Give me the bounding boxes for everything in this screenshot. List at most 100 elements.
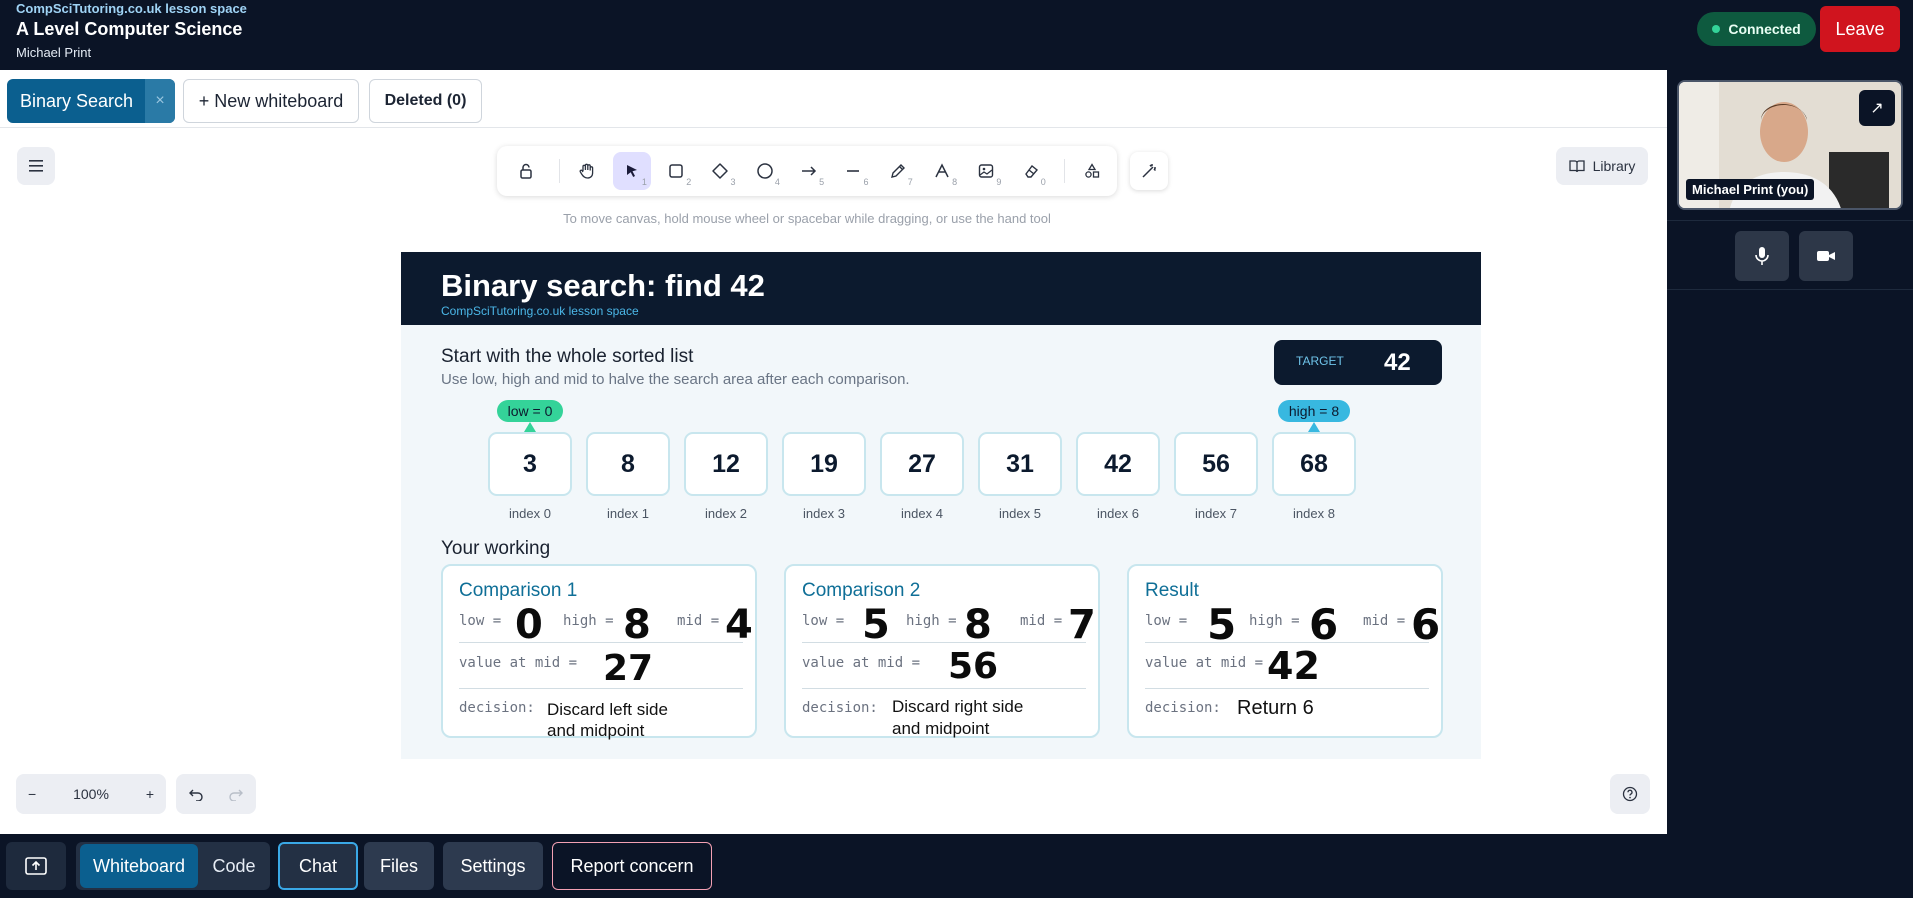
- rectangle-tool[interactable]: 2: [657, 152, 695, 190]
- board-header: Binary search: find 42 CompSciTutoring.c…: [401, 252, 1481, 325]
- zoom-out-button[interactable]: −: [28, 786, 36, 802]
- list-index-label: index 7: [1195, 506, 1237, 521]
- list-cell: 3: [488, 432, 572, 496]
- arrow-tool[interactable]: 5: [790, 152, 828, 190]
- whiteboard-tabs: Binary Search × + New whiteboard Deleted…: [0, 70, 1667, 128]
- bottom-bar: Whiteboard Code Chat Files Settings Repo…: [0, 834, 1913, 898]
- whiteboard-mode-button[interactable]: Whiteboard: [80, 844, 198, 888]
- laser-pointer-button[interactable]: [1130, 152, 1168, 190]
- shapes-tool[interactable]: [1073, 152, 1111, 190]
- files-button[interactable]: Files: [364, 842, 434, 890]
- deleted-whiteboards-button[interactable]: Deleted (0): [369, 79, 482, 123]
- shapes-icon: [1085, 163, 1099, 178]
- new-whiteboard-button[interactable]: + New whiteboard: [183, 79, 359, 123]
- report-concern-button[interactable]: Report concern: [552, 842, 712, 890]
- list-cell: 27: [880, 432, 964, 496]
- help-button[interactable]: [1610, 774, 1650, 814]
- pencil-icon: [890, 164, 905, 178]
- ellipse-tool[interactable]: 4: [746, 152, 784, 190]
- divider-line: [1145, 688, 1429, 689]
- divider-line: [1145, 642, 1429, 643]
- low-pointer-label: low = 0: [497, 400, 563, 422]
- divider-line: [459, 688, 743, 689]
- zoom-controls: − 100% +: [16, 774, 166, 814]
- low-label: low =: [459, 613, 502, 629]
- decision-label: decision:: [1145, 700, 1221, 716]
- mid-label: mid =: [1020, 613, 1063, 629]
- expand-video-button[interactable]: ↗: [1859, 90, 1895, 126]
- list-cell: 31: [978, 432, 1062, 496]
- participant-video[interactable]: ↗ Michael Print (you): [1677, 80, 1903, 210]
- comparison-card-1: Comparison 1 low = 0 high = 8 mid = 4 va…: [441, 564, 757, 740]
- target-value: 42: [1384, 349, 1411, 376]
- list-index-label: index 4: [901, 506, 943, 521]
- draw-tool[interactable]: 7: [878, 152, 916, 190]
- settings-button[interactable]: Settings: [443, 842, 543, 890]
- image-icon: [979, 164, 994, 178]
- divider-line: [802, 688, 1086, 689]
- video-camera-icon: [1817, 251, 1835, 261]
- high-label: high =: [1249, 613, 1300, 629]
- list-cell: 56: [1174, 432, 1258, 496]
- ellipse-icon: [756, 163, 773, 179]
- text-icon: [935, 163, 949, 178]
- pointer-icon: [626, 165, 637, 177]
- diamond-icon: [712, 163, 729, 179]
- course-title: A Level Computer Science: [16, 19, 243, 39]
- main-menu-button[interactable]: [17, 147, 55, 185]
- zoom-in-button[interactable]: +: [146, 786, 154, 802]
- target-badge: TARGET 42: [1274, 340, 1442, 385]
- user-name: Michael Print: [16, 45, 92, 60]
- list-cell: 8: [586, 432, 670, 496]
- card-title: Result: [1145, 580, 1199, 601]
- hand-tool[interactable]: [568, 152, 606, 190]
- list-index-label: index 2: [705, 506, 747, 521]
- list-index-label: index 5: [999, 506, 1041, 521]
- divider-line: [802, 642, 1086, 643]
- tab-binary-search[interactable]: Binary Search ×: [7, 79, 175, 123]
- hamburger-icon: [29, 160, 43, 172]
- share-screen-icon: [25, 857, 47, 875]
- high-label: high =: [563, 613, 614, 629]
- tab-label: Binary Search: [20, 90, 134, 111]
- connection-status-text: Connected: [1728, 21, 1801, 37]
- whiteboard-canvas[interactable]: 1 2 3 4 5 6 7 8 9 0 Library To move canv…: [0, 128, 1667, 834]
- handwritten-value: 42: [1267, 644, 1320, 688]
- text-tool[interactable]: 8: [923, 152, 961, 190]
- undo-icon[interactable]: [188, 787, 204, 801]
- leave-button[interactable]: Leave: [1820, 6, 1900, 52]
- decision-label: decision:: [802, 700, 878, 716]
- code-mode-button[interactable]: Code: [202, 844, 266, 888]
- library-button[interactable]: Library: [1556, 147, 1648, 185]
- decision-text-line-2: and midpoint: [892, 719, 990, 738]
- video-panel: ↗ Michael Print (you): [1667, 70, 1913, 834]
- close-tab-icon[interactable]: ×: [145, 79, 175, 123]
- value-at-mid-label: value at mid =: [1145, 655, 1264, 671]
- board-subtitle: CompSciTutoring.co.uk lesson space: [441, 304, 639, 318]
- share-screen-button[interactable]: [6, 842, 66, 890]
- arrow-icon: [801, 166, 817, 176]
- low-pointer-arrow-icon: [524, 422, 536, 432]
- diamond-tool[interactable]: 3: [701, 152, 739, 190]
- zoom-level[interactable]: 100%: [73, 786, 109, 802]
- help-icon: [1622, 786, 1638, 802]
- laser-pointer-icon: [1142, 164, 1157, 178]
- lock-tool[interactable]: [507, 152, 545, 190]
- microphone-button[interactable]: [1735, 231, 1789, 281]
- chat-button[interactable]: Chat: [278, 842, 358, 890]
- image-tool[interactable]: 9: [967, 152, 1005, 190]
- card-title: Comparison 2: [802, 580, 921, 601]
- status-dot-icon: [1712, 25, 1721, 33]
- canvas-hint: To move canvas, hold mouse wheel or spac…: [563, 211, 1051, 226]
- high-pointer-label: high = 8: [1278, 400, 1350, 422]
- eraser-tool[interactable]: 0: [1011, 152, 1049, 190]
- rectangle-icon: [669, 164, 683, 178]
- camera-button[interactable]: [1799, 231, 1853, 281]
- selection-tool[interactable]: 1: [612, 152, 651, 190]
- line-tool[interactable]: 6: [834, 152, 872, 190]
- line-icon: [847, 170, 860, 172]
- connection-status-badge: Connected: [1697, 12, 1816, 46]
- redo-icon[interactable]: [228, 787, 244, 801]
- mid-label: mid =: [677, 613, 720, 629]
- card-title: Comparison 1: [459, 580, 578, 601]
